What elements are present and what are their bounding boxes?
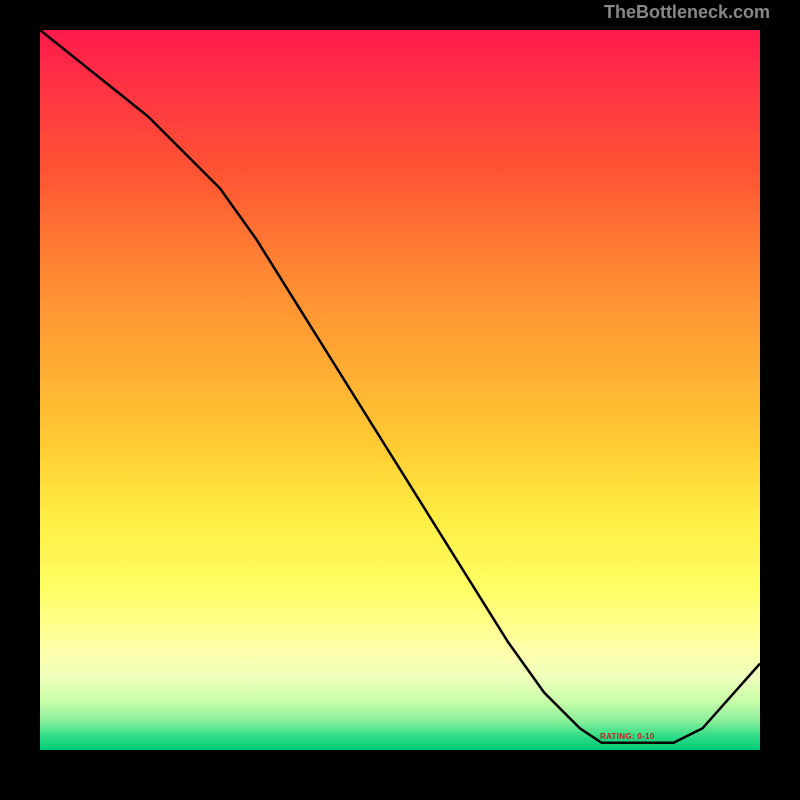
- chart-container: TheBottleneck.com RATING: 0-10: [0, 0, 800, 800]
- plot-area: RATING: 0-10: [40, 30, 760, 750]
- rating-band-label: RATING: 0-10: [600, 732, 655, 741]
- bottleneck-curve: [40, 30, 760, 750]
- watermark-text: TheBottleneck.com: [604, 2, 770, 23]
